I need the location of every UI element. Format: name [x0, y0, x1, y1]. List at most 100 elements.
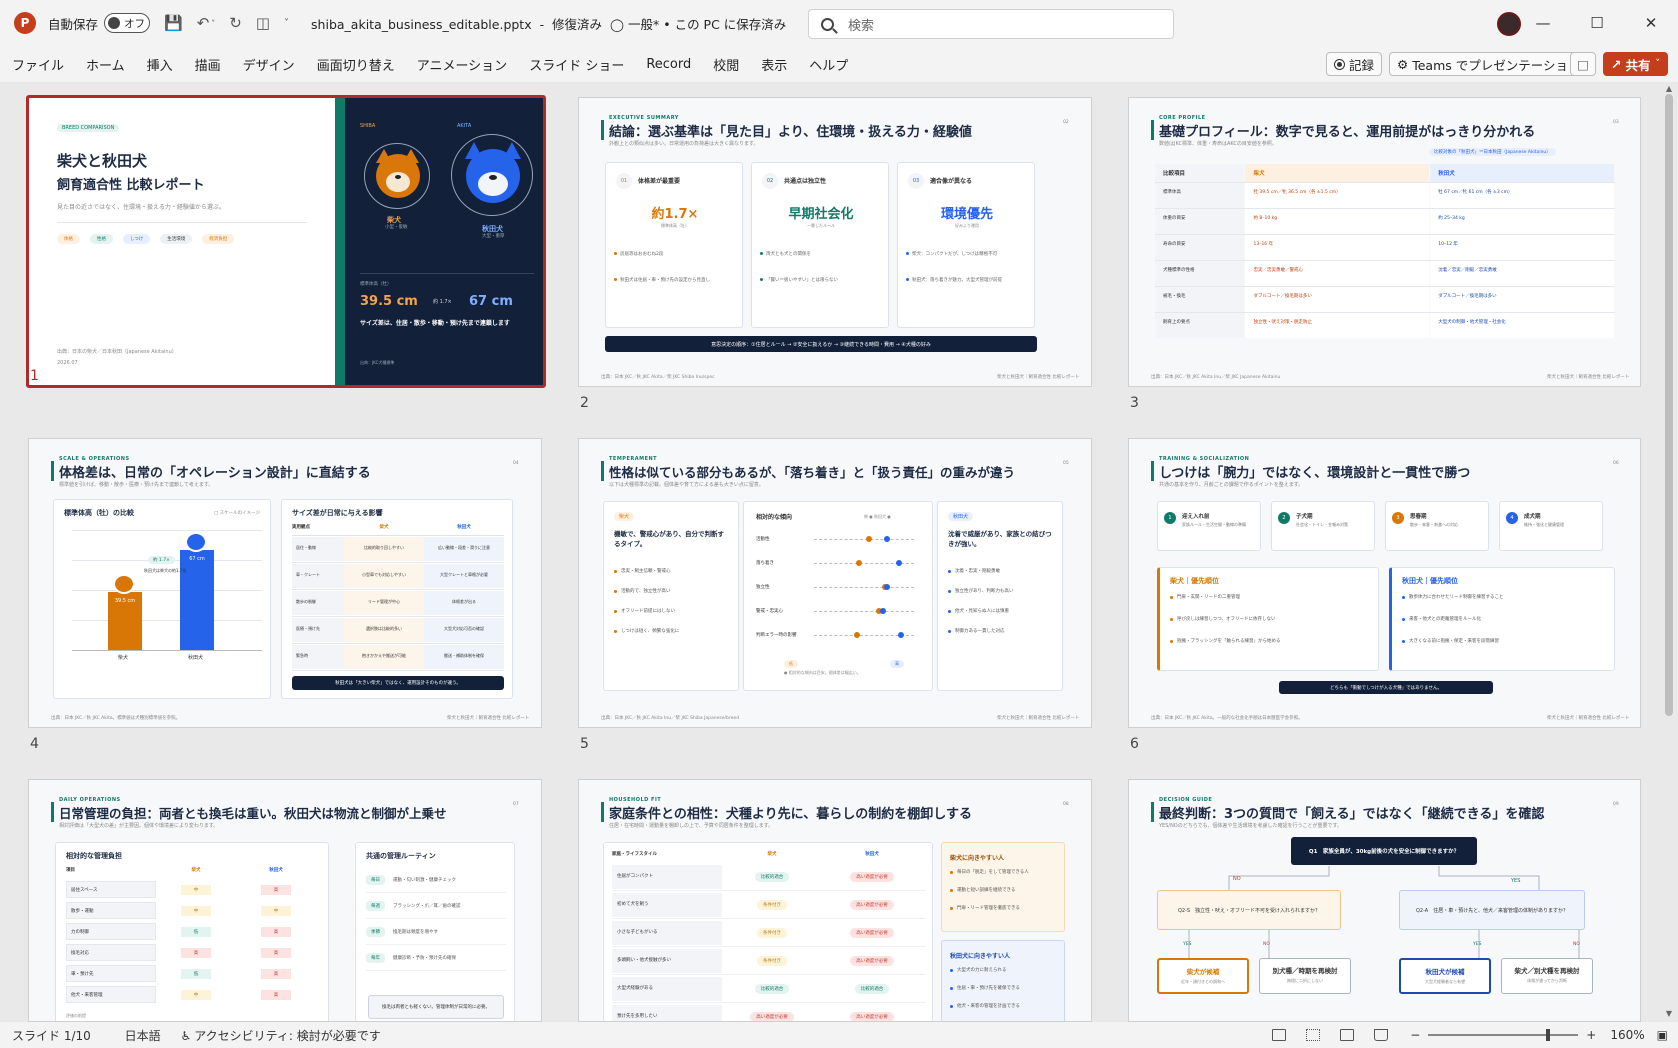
menu-10[interactable]: 表示	[761, 55, 787, 74]
zoom-out-icon[interactable]: −	[1410, 1028, 1420, 1042]
menu-0[interactable]: ファイル	[12, 55, 64, 74]
undo-icon[interactable]: ↶ ˅	[197, 14, 216, 32]
document-title[interactable]: shiba_akita_business_editable.pptx - 修復済…	[311, 14, 786, 33]
language-indicator[interactable]: 日本語	[125, 1029, 161, 1043]
slide8-akita-fit-heading: 秋田犬に向きやすい人	[950, 953, 1011, 960]
share-button[interactable]: ↗ 共有 ˅	[1603, 52, 1668, 76]
presentation-from-start-icon[interactable]: ◫	[256, 14, 270, 32]
menu-6[interactable]: アニメーション	[417, 55, 507, 74]
menu-3[interactable]: 描画	[195, 55, 221, 74]
maximize-icon[interactable]: ☐	[1570, 0, 1624, 46]
menu-11[interactable]: ヘルプ	[809, 55, 848, 74]
slide4-akita-label: 秋田犬	[188, 655, 204, 661]
fit-badge: 条件付き	[757, 899, 787, 910]
redo-icon[interactable]: ↻	[229, 14, 242, 32]
menu-5[interactable]: 画面切り替え	[317, 55, 395, 74]
akita-trait-dot-icon	[884, 584, 890, 590]
slide8-fit-cell: 条件付き	[722, 899, 822, 910]
shiba-trait-dot-icon	[854, 632, 860, 638]
bullet-item: 忠実・飼主信頼・警戒心	[614, 568, 734, 574]
zoom-level[interactable]: 160%	[1610, 1028, 1644, 1042]
fit-to-window-icon[interactable]: ▣	[1657, 1028, 1668, 1042]
menu-7[interactable]: スライド ショー	[529, 55, 624, 74]
record-button[interactable]: 記録	[1326, 52, 1383, 76]
slide1-chips: 体格 性格 しつけ 生活環境 経済負担	[57, 234, 244, 244]
slideshow-view-icon[interactable]	[1374, 1029, 1389, 1041]
record-label: 記録	[1349, 57, 1375, 73]
routine-text: 健康診断・予防・預け先の確保	[393, 955, 456, 961]
bullet-dot-icon	[1170, 618, 1173, 621]
vertical-scrollbar[interactable]: ▲ ▼	[1663, 84, 1675, 1018]
slide-number-4: 4	[30, 736, 39, 752]
slide7-row-label: 他犬・来客管理	[66, 986, 156, 1003]
search-box[interactable]: 検索	[808, 9, 1174, 39]
slide-thumbnail-7[interactable]: DAILY OPERATIONS 日常管理の負担：両者とも換毛は重い。秋田犬は物…	[28, 779, 542, 1022]
menu-1[interactable]: ホーム	[86, 55, 125, 74]
menu-2[interactable]: 挿入	[147, 55, 173, 74]
slide-thumbnail-3[interactable]: CORE PROFILE 基礎プロフィール：数字で見ると、運用前提がはっきり分か…	[1128, 97, 1641, 387]
slide3-table-row: 犬種標準の性格 忠実／忠実勇敢／警戒心 沈着／忠実／剛毅／忠実勇敢	[1155, 260, 1615, 286]
bullet-item: しつけは短く、頻繁な強化に	[614, 628, 734, 634]
slide4-table-cell: 小型車でも対応しやすい	[344, 564, 424, 588]
slide4-table-cell: 比較的取り回しやすい	[344, 537, 424, 561]
minimize-icon[interactable]: —	[1516, 0, 1570, 46]
step-detail: 維持・強化と健康管理	[1524, 522, 1564, 527]
slide6-akita-heading: 秋田犬｜優先順位	[1402, 577, 1458, 585]
slide-thumbnail-9[interactable]: DECISION GUIDE 最終判断：3つの質問で「飼える」ではなく「継続でき…	[1128, 779, 1641, 1022]
slide8-row-label: 住居がコンパクト	[612, 864, 722, 889]
slide7-header-cell: 秋田犬	[269, 868, 283, 873]
menu-9[interactable]: 校閲	[713, 55, 739, 74]
slide1-akita-size: 大型・重厚	[482, 234, 505, 239]
normal-view-icon[interactable]	[1272, 1029, 1287, 1041]
bullet-text: 門扉・玄関・リードの二重管理	[1177, 595, 1240, 600]
autosave-toggle[interactable]: オフ	[104, 13, 151, 33]
step-heading: 思春期	[1410, 514, 1427, 520]
slide-thumbnail-5[interactable]: TEMPERAMENT 性格は似ている部分もあるが、「落ち着き」と「扱う責任」の…	[578, 438, 1092, 728]
accessibility-status[interactable]: アクセシビリティ: 検討が必要です	[194, 1029, 381, 1043]
comments-icon[interactable]: □	[1570, 52, 1596, 76]
autosave-label: 自動保存	[48, 16, 99, 32]
zoom-slider[interactable]	[1428, 1029, 1579, 1041]
slide6-footer-right: 柴犬と秋田犬｜飼育適合性 比較レポート	[1547, 716, 1630, 721]
repair-status: 修復済み	[552, 16, 603, 32]
slide-sorter-view-icon[interactable]	[1306, 1029, 1321, 1041]
slide2-card-number: 02	[762, 173, 778, 189]
close-icon[interactable]: ✕	[1624, 0, 1678, 46]
scroll-up-icon[interactable]: ▲	[1663, 84, 1675, 93]
slide7-table-row: 力の制御 低 高	[66, 921, 320, 942]
scroll-down-icon[interactable]: ▼	[1663, 1009, 1675, 1018]
bullet-item: 独立性があり、判断力も高い	[948, 588, 1058, 594]
trait-label: 落ち着き	[756, 561, 774, 566]
powerpoint-logo-icon[interactable]: P	[14, 12, 36, 34]
reading-view-icon[interactable]	[1340, 1029, 1355, 1041]
routine-text: 運動・匂い刺激・健康チェック	[393, 877, 456, 883]
slide-thumbnail-2[interactable]: EXECUTIVE SUMMARY 結論：選ぶ基準は「見た目」より、住環境・扱え…	[578, 97, 1092, 387]
menu-8[interactable]: Record	[646, 57, 691, 72]
slide7-level-cell: 中	[156, 905, 236, 916]
sensitivity-label[interactable]: 一般*	[628, 17, 659, 32]
step-number-icon: 1	[1164, 512, 1176, 524]
scrollbar-thumb[interactable]	[1665, 94, 1673, 716]
teams-present-button[interactable]: ⚙ Teams でプレゼンテーション	[1389, 52, 1589, 76]
slide9-result-box: 秋田犬が候補 大型犬経験者なら有望	[1399, 958, 1491, 994]
slide5-chart-high: 高	[890, 660, 904, 668]
customize-toolbar-icon[interactable]: ˅	[284, 18, 289, 29]
menu-4[interactable]: デザイン	[243, 55, 295, 74]
zoom-slider-knob[interactable]	[1546, 1029, 1551, 1041]
slide-thumbnail-1[interactable]: BREED COMPARISON 柴犬と秋田犬 飼育適合性 比較レポート 見た目…	[26, 95, 546, 388]
slide2-card-caption: 好みより運用	[955, 223, 979, 228]
save-icon[interactable]: 💾	[164, 14, 183, 32]
slide8-table-row: 預け先を多用したい 高い適度が必要 高い適度が必要	[612, 1003, 926, 1021]
slide-thumbnail-4[interactable]: SCALE & OPERATIONS 体格差は、日常の「オペレーション設計」に直…	[28, 438, 542, 728]
slide-sorter-canvas[interactable]: BREED COMPARISON 柴犬と秋田犬 飼育適合性 比較レポート 見た目…	[0, 82, 1678, 1022]
zoom-in-icon[interactable]: +	[1586, 1028, 1596, 1042]
slide-thumbnail-6[interactable]: TRAINING & SOCIALIZATION しつけは「腕力」ではなく、環境…	[1128, 438, 1641, 728]
shiba-trait-dot-icon	[866, 536, 872, 542]
slide7-row-label: 居住スペース	[66, 881, 156, 898]
bullet-dot-icon	[950, 907, 953, 910]
slide-thumbnail-8[interactable]: HOUSEHOLD FIT 家庭条件との相性：犬種より先に、暮らしの制約を棚卸し…	[578, 779, 1092, 1022]
shiba-bar-label: 39.5 cm	[114, 598, 136, 604]
slide9-question-2s: Q2-S 独立性・吠え・オフリード不可を受け入れられますか？	[1157, 890, 1341, 930]
slide9-2s-no: NO	[1263, 942, 1270, 947]
shiba-trait-dot-icon	[856, 560, 862, 566]
